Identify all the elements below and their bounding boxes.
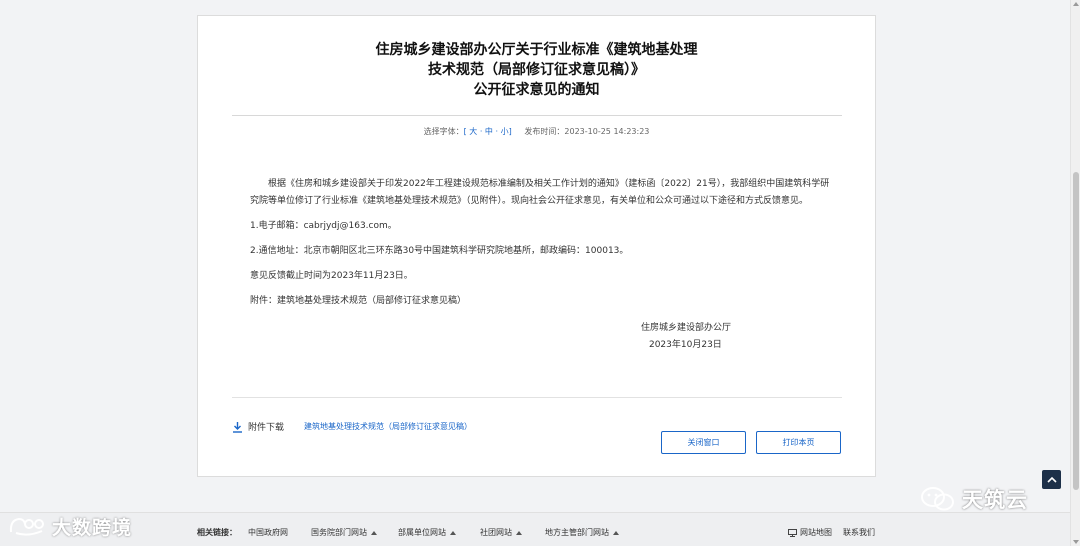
back-to-top-button[interactable] bbox=[1042, 470, 1061, 489]
footer-link-local-label: 地方主管部门网站 bbox=[545, 528, 609, 537]
attachment-link[interactable]: 建筑地基处理技术规范（局部修订征求意见稿） bbox=[304, 421, 472, 432]
related-links-label: 相关链接： bbox=[197, 528, 237, 537]
font-size-label: 选择字体： bbox=[423, 127, 464, 136]
watermark-right-text: 天筑云 bbox=[962, 488, 1028, 512]
attachment-line: 附件：建筑地基处理技术规范（局部修订征求意见稿） bbox=[250, 296, 467, 306]
attachment-download: 附件下载 建筑地基处理技术规范（局部修订征求意见稿） bbox=[232, 420, 472, 433]
title-line-2: 技术规范（局部修订征求意见稿）》 bbox=[428, 62, 645, 78]
signature-date: 2023年10月23日 bbox=[648, 340, 722, 350]
title-line-1: 住房城乡建设部办公厅关于行业标准《建筑地基处理 bbox=[375, 42, 698, 58]
caret-up-icon bbox=[371, 530, 377, 535]
footer-bar: 相关链接： 中国政府网 国务院部门网站 部属单位网站 社团网站 地方主管部门网站… bbox=[0, 512, 1070, 546]
print-page-button[interactable]: 打印本页 bbox=[756, 431, 841, 454]
page-title: 住房城乡建设部办公厅关于行业标准《建筑地基处理 技术规范（局部修订征求意见稿）》… bbox=[198, 40, 875, 100]
font-dot-2: · bbox=[495, 127, 499, 136]
footer-link-affiliates-label: 部属单位网站 bbox=[398, 528, 446, 537]
publish-time: 2023-10-25 14:23:23 bbox=[564, 127, 650, 136]
footer-link-associations-label: 社团网站 bbox=[480, 528, 512, 537]
footer-link-state-council[interactable]: 国务院部门网站 bbox=[311, 527, 377, 538]
contact-link[interactable]: 联系我们 bbox=[843, 527, 875, 538]
scroll-down-arrow-icon[interactable] bbox=[1073, 540, 1079, 544]
close-window-button[interactable]: 关闭窗口 bbox=[661, 431, 746, 454]
body-paragraph: 根据《住房和城乡建设部关于印发2022年工程建设规范标准编制及相关工作计划的通知… bbox=[250, 179, 830, 206]
watermark-left-text: 大数跨境 bbox=[52, 516, 133, 539]
notice-card: 住房城乡建设部办公厅关于行业标准《建筑地基处理 技术规范（局部修订征求意见稿）》… bbox=[197, 15, 876, 477]
contact-label: 联系我们 bbox=[843, 528, 875, 537]
caret-up-icon bbox=[450, 530, 456, 535]
watermark-right: 天筑云 bbox=[920, 484, 1028, 514]
title-divider bbox=[232, 115, 842, 116]
scrollbar-thumb[interactable] bbox=[1073, 172, 1079, 490]
font-medium-option[interactable]: 中 bbox=[485, 127, 493, 136]
font-bracket-open: [ bbox=[463, 127, 467, 136]
publish-time-label: 发布时间： bbox=[524, 127, 565, 136]
bottom-divider bbox=[232, 397, 842, 398]
chevron-up-icon bbox=[1046, 476, 1057, 483]
deadline-line: 意见反馈截止时间为2023年11月23日。 bbox=[250, 271, 413, 281]
article-meta: 选择字体：[ 大 · 中 · 小] 发布时间：2023-10-25 14:23:… bbox=[198, 126, 875, 137]
attachment-download-label: 附件下载 bbox=[248, 423, 285, 433]
scroll-up-arrow-icon[interactable] bbox=[1073, 2, 1079, 6]
vertical-scrollbar[interactable] bbox=[1070, 0, 1080, 546]
address-line: 2.通信地址：北京市朝阳区北三环东路30号中国建筑科学研究院地基所，邮政编码：1… bbox=[250, 246, 629, 256]
sitemap-label: 网站地图 bbox=[800, 528, 832, 537]
footer-link-associations[interactable]: 社团网站 bbox=[480, 527, 522, 538]
title-line-3: 公开征求意见的通知 bbox=[473, 82, 600, 98]
footer-link-gov-label: 中国政府网 bbox=[248, 528, 288, 537]
sitemap-link[interactable]: 网站地图 bbox=[788, 527, 832, 538]
email-line: 1.电子邮箱：cabrjydj@163.com。 bbox=[250, 221, 397, 231]
download-icon bbox=[232, 421, 243, 433]
font-large-option[interactable]: 大 bbox=[469, 127, 477, 136]
watermark-left: 大数跨境 bbox=[8, 513, 132, 539]
font-small-option[interactable]: 小 bbox=[501, 127, 509, 136]
footer-link-gov[interactable]: 中国政府网 bbox=[248, 527, 288, 538]
font-dot-1: · bbox=[479, 127, 483, 136]
watermark-logo-icon bbox=[9, 517, 44, 536]
caret-up-icon bbox=[613, 530, 619, 535]
article-body: 根据《住房和城乡建设部关于印发2022年工程建设规范标准编制及相关工作计划的通知… bbox=[250, 176, 830, 318]
sitemap-icon bbox=[788, 528, 797, 537]
wechat-icon bbox=[921, 487, 954, 511]
signature-block: 住房城乡建设部办公厅 2023年10月23日 bbox=[641, 320, 731, 354]
footer-link-affiliates[interactable]: 部属单位网站 bbox=[398, 527, 456, 538]
font-bracket-close: ] bbox=[508, 127, 512, 136]
footer-link-local[interactable]: 地方主管部门网站 bbox=[545, 527, 619, 538]
footer-link-state-council-label: 国务院部门网站 bbox=[311, 528, 367, 537]
signature-org: 住房城乡建设部办公厅 bbox=[640, 323, 731, 333]
caret-up-icon bbox=[516, 530, 522, 535]
